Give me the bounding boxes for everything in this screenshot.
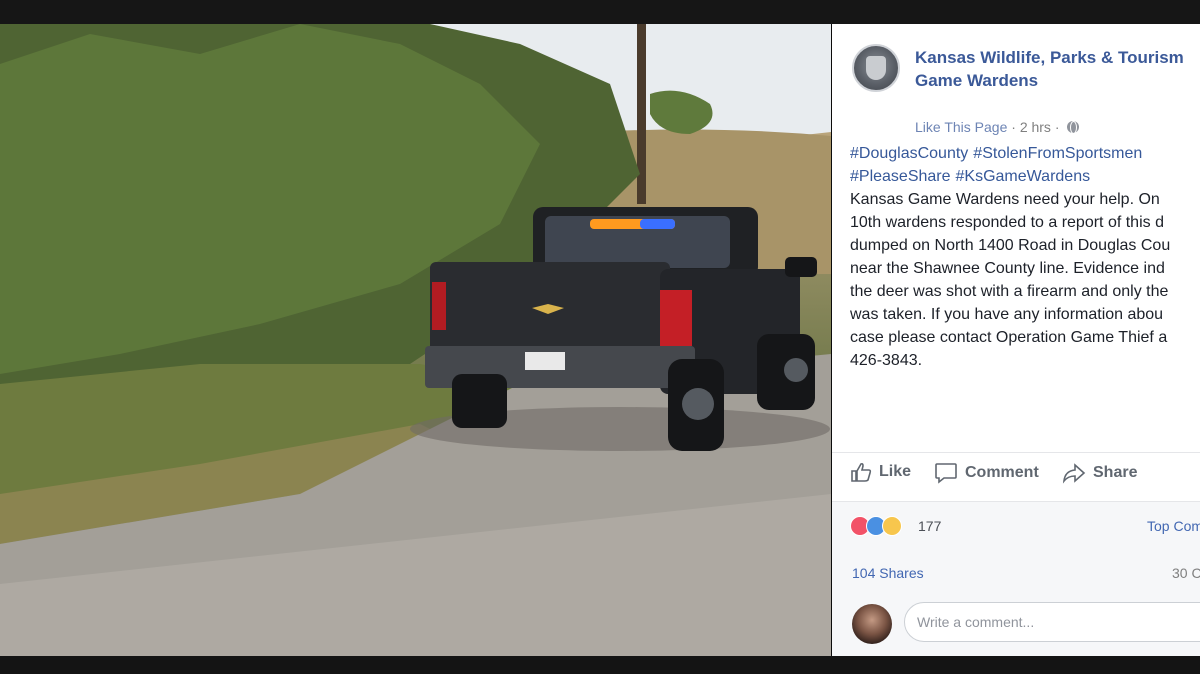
hashtag-stolenfromsportsmen[interactable]: #StolenFromSportsmen (973, 145, 1142, 162)
meta-separator: · (1011, 119, 1016, 135)
shares-count-link[interactable]: 104 Shares (852, 565, 924, 581)
page-avatar[interactable] (852, 44, 900, 92)
like-page-link[interactable]: Like This Page (915, 119, 1007, 135)
actions-divider (832, 452, 1200, 453)
page-name-line-1: Kansas Wildlife, Parks & Tourism (915, 48, 1184, 67)
hashtag-line-2: #PleaseShare #KsGameWardens (850, 165, 1200, 188)
meta-separator-2: · (1054, 119, 1060, 135)
post-text-line: dumped on North 1400 Road in Douglas Cou (850, 237, 1171, 254)
comment-input[interactable]: Write a comment... (904, 602, 1200, 642)
page-name-line-2: Game Wardens (915, 71, 1039, 90)
post-text-line: case please contact Operation Game Thief… (850, 329, 1168, 346)
post-text-line: 10th wardens responded to a report of th… (850, 214, 1164, 231)
post-photo[interactable] (0, 24, 831, 656)
hashtag-ksgamewardens[interactable]: #KsGameWardens (956, 168, 1091, 185)
post-text-line: Kansas Game Wardens need your help. On (850, 191, 1160, 208)
post-actions: Like Comment Share (832, 456, 1200, 494)
thumbs-up-icon (851, 462, 872, 482)
hashtag-line-1: #DouglasCounty #StolenFromSportsmen (850, 142, 1200, 165)
post-body: #DouglasCounty #StolenFromSportsmen #Plea… (850, 142, 1200, 372)
comments-count[interactable]: 30 C (1172, 565, 1200, 581)
like-button[interactable]: Like (850, 462, 911, 482)
post-text-line: the deer was shot with a firearm and onl… (850, 283, 1169, 300)
facebook-post-panel: Kansas Wildlife, Parks & Tourism Game Wa… (832, 24, 1200, 656)
top-comments-dropdown[interactable]: Top Com (1147, 518, 1200, 534)
hashtag-pleaseshare[interactable]: #PleaseShare (850, 168, 951, 185)
hashtag-douglascounty[interactable]: #DouglasCounty (850, 145, 968, 162)
post-text-line: near the Shawnee County line. Evidence i… (850, 260, 1165, 277)
comment-composer: Write a comment... (832, 598, 1200, 656)
commenter-avatar[interactable] (852, 604, 892, 644)
like-label: Like (879, 463, 912, 480)
reaction-count[interactable]: 177 (918, 518, 941, 534)
share-label: Share (1093, 464, 1138, 481)
share-button[interactable]: Share (1062, 462, 1137, 484)
sad-icon (882, 516, 902, 536)
reactions-row: 177 Top Com (832, 502, 1200, 548)
post-meta: Like This Page · 2 hrs · (915, 119, 1080, 135)
reaction-icons[interactable] (850, 516, 902, 536)
share-arrow-icon (1062, 463, 1086, 484)
post-timestamp[interactable]: 2 hrs (1020, 119, 1051, 135)
globe-icon (1067, 121, 1080, 134)
comment-icon (935, 463, 957, 484)
shares-row: 104 Shares 30 C (832, 548, 1200, 598)
post-text-line: 426-3843. (850, 352, 923, 369)
post-text-line: was taken. If you have any information a… (850, 306, 1164, 323)
top-letterbox (0, 0, 1200, 24)
comment-label: Comment (965, 464, 1039, 481)
comment-button[interactable]: Comment (934, 462, 1039, 484)
warden-badge-icon (866, 56, 886, 80)
page-name-link[interactable]: Kansas Wildlife, Parks & Tourism Game Wa… (915, 46, 1200, 92)
bottom-letterbox (0, 656, 1200, 674)
photo-scene (0, 24, 831, 656)
